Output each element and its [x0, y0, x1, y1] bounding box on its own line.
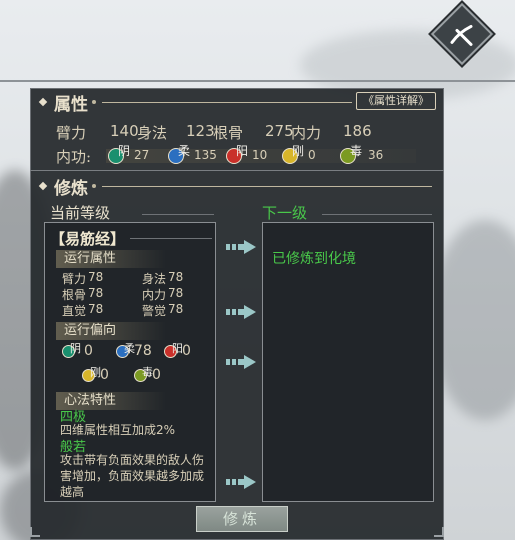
stat-value-agility: 123 — [186, 122, 215, 140]
run-attr-label: 根骨 — [62, 288, 87, 302]
gang-value: 0 — [308, 148, 316, 162]
neili-label: 内功: — [56, 148, 92, 166]
run-attr-value: 78 — [168, 286, 184, 300]
run-attr-label: 警觉 — [142, 304, 167, 318]
gang-glyph: 刚 — [292, 144, 305, 158]
stat-value-strength: 140 — [110, 122, 139, 140]
top-divider — [0, 80, 515, 82]
stat-value-inner: 186 — [343, 122, 372, 140]
rou-value: 135 — [194, 148, 217, 162]
yin-glyph: 阴 — [70, 342, 81, 355]
trait2-desc: 攻击带有负面效果的敌人伤害增加，负面效果越多加成越高 — [60, 453, 205, 499]
run-attr-value: 78 — [168, 302, 184, 316]
yin-glyph: 阴 — [118, 144, 131, 158]
run-attr-value: 78 — [88, 270, 104, 284]
next-level-label: 下一级 — [262, 204, 308, 222]
stats-row: 臂力 140 身法 123 根骨 275 内力 186 — [56, 122, 416, 142]
attributes-header: 属性 — [38, 90, 352, 115]
stat-label-constitution: 根骨 — [213, 124, 244, 142]
run-attr-value: 78 — [88, 302, 104, 316]
arrow-right-icon — [226, 355, 256, 369]
header-line — [102, 185, 432, 187]
run-bias-header: 运行偏向 — [56, 322, 166, 340]
stat-label-strength: 臂力 — [56, 124, 87, 142]
rou-glyph: 柔 — [178, 144, 191, 158]
section-divider — [30, 170, 444, 171]
skill-name-line — [130, 238, 212, 239]
current-label-line — [142, 214, 214, 215]
dot-icon — [92, 184, 96, 188]
yin-value: 0 — [84, 343, 93, 359]
cultivate-button[interactable]: 修炼 — [196, 506, 288, 532]
yang-value: 0 — [182, 343, 191, 359]
run-attr-label: 直觉 — [62, 304, 87, 318]
next-label-line — [322, 214, 432, 215]
du-value: 36 — [368, 148, 384, 162]
run-attrs-header: 运行属性 — [56, 250, 166, 268]
run-attr-label: 臂力 — [62, 272, 87, 286]
stat-label-agility: 身法 — [137, 124, 168, 142]
cultivation-title: 修炼 — [54, 178, 88, 199]
run-attr-label: 身法 — [142, 272, 167, 286]
attributes-title: 属性 — [54, 94, 88, 115]
yin-value: 27 — [134, 148, 150, 162]
close-icon — [450, 24, 473, 46]
run-attr-value: 78 — [88, 286, 104, 300]
diamond-icon — [38, 97, 48, 107]
current-level-label: 当前等级 — [50, 204, 111, 222]
arrow-right-icon — [226, 240, 256, 254]
corner-ornament — [434, 527, 444, 537]
stat-label-inner: 内力 — [291, 124, 322, 142]
cultivation-header: 修炼 — [38, 174, 432, 199]
yang-value: 10 — [252, 148, 268, 162]
rou-value: 78 — [134, 343, 152, 359]
diamond-icon — [38, 181, 48, 191]
stat-value-constitution: 275 — [265, 122, 294, 140]
yang-glyph: 阳 — [236, 144, 249, 158]
next-level-text: 已修炼到化境 — [272, 251, 356, 267]
du-value: 0 — [152, 367, 161, 383]
run-attr-value: 78 — [168, 270, 184, 284]
run-attr-label: 内力 — [142, 288, 167, 302]
arrow-right-icon — [226, 305, 256, 319]
attribute-detail-button[interactable]: 《属性详解》 — [356, 92, 436, 110]
arrow-right-icon — [226, 475, 256, 489]
skill-name: 【易筋经】 — [50, 230, 126, 248]
dot-icon — [92, 100, 96, 104]
du-glyph: 毒 — [350, 144, 363, 158]
corner-ornament — [30, 527, 40, 537]
header-line — [102, 101, 352, 103]
gang-value: 0 — [100, 367, 109, 383]
